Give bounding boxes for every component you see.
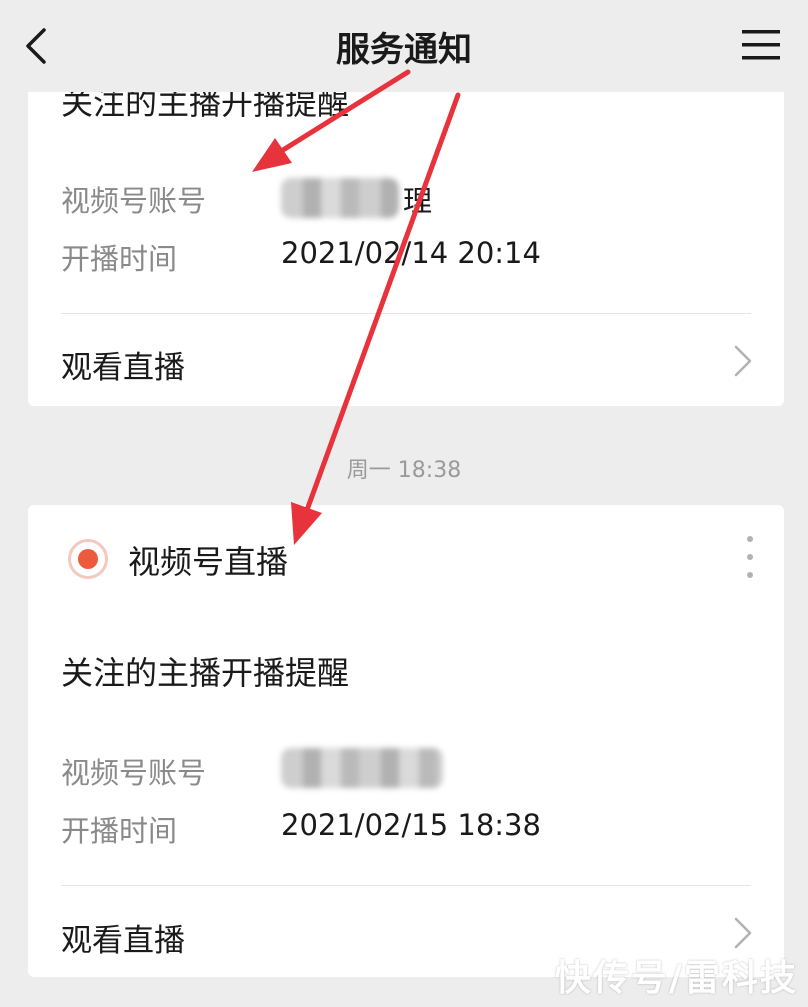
notification-card: 视频号直播 关注的主播开播提醒 视频号账号 开播时间 2021/02/15 18… [28,505,784,977]
time-label: 开播时间 [61,814,178,848]
time-value: 2021/02/15 18:38 [281,808,541,842]
live-dot-icon [68,539,108,579]
time-label: 开播时间 [61,242,178,276]
watch-live-button[interactable]: 观看直播 [61,915,185,960]
divider [61,313,751,314]
card-heading: 关注的主播开播提醒 [61,654,350,692]
service-name: 视频号直播 [128,543,289,581]
navigation-bar: 服务通知 [0,0,808,92]
notification-card: 关注的主播开播提醒 视频号账号 理 开播时间 2021/02/14 20:14 … [28,40,784,406]
page-title: 服务通知 [336,30,472,70]
chevron-right-icon[interactable] [732,916,754,950]
more-vertical-icon[interactable] [746,535,754,579]
account-value: 理 [403,184,433,218]
watch-live-button[interactable]: 观看直播 [61,342,185,387]
blurred-account-name [281,178,399,218]
account-label: 视频号账号 [61,184,207,218]
account-label: 视频号账号 [61,756,207,790]
hamburger-menu-icon[interactable] [742,28,780,62]
chevron-right-icon[interactable] [732,344,754,378]
divider [61,885,751,886]
time-value: 2021/02/14 20:14 [281,236,541,270]
message-timestamp: 周一 18:38 [346,458,462,483]
watermark: 快传号/雷科技 [554,958,798,999]
blurred-account-name [281,748,443,788]
